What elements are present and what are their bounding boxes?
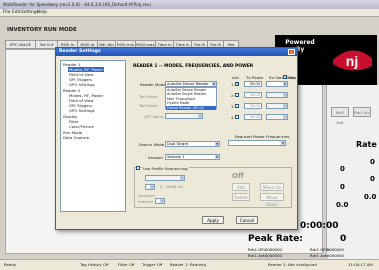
antenna-power-input[interactable]: 30.00 (244, 103, 262, 109)
tree-gpo-settings-1[interactable]: GPO Settings (69, 82, 95, 87)
antenna-power-input[interactable]: 30.00 (244, 114, 262, 120)
ant-label: Rdr1 Ant: (248, 253, 267, 258)
app-titlebar: MultiReader for Speedway (rev1.0.0) - 44… (0, 0, 379, 9)
cancel-button[interactable]: Cancel (236, 216, 258, 224)
apply-button[interactable]: Apply (202, 216, 224, 224)
elapsed-time: 0:00:00 (300, 221, 339, 231)
duration-label: Duration (138, 193, 155, 198)
lbt-select[interactable] (165, 113, 203, 119)
tree-gpo-settings-2[interactable]: GPO Settings (69, 108, 95, 113)
interval-label: Interval (138, 199, 153, 204)
profile-add-button[interactable]: Add (232, 183, 250, 191)
run-mode-title: INVENTORY RUN MODE (7, 27, 77, 33)
profile-delete-button[interactable]: Delete (232, 193, 250, 201)
gpi-value: 0000000 (265, 247, 282, 252)
antenna-num: 2 (231, 93, 234, 98)
status-tag-history: Tag History Off (80, 262, 109, 267)
status-reader: Reader 1: Reading (170, 262, 206, 267)
antenna-sens-select[interactable] (266, 81, 288, 87)
profile-move-down-button[interactable]: Move Down (260, 193, 284, 207)
col-ant-label: Ant. (232, 75, 240, 80)
antenna-enable-checkbox[interactable] (235, 82, 239, 86)
max-label: Max (288, 75, 297, 80)
session-label: Session (148, 155, 163, 160)
peak-rate-value: 0 (340, 234, 347, 244)
rate-value: 0 (370, 175, 375, 183)
profile-select-2[interactable] (145, 184, 155, 190)
antenna-enable-checkbox[interactable] (235, 115, 239, 119)
rate-value: 0 (340, 183, 345, 191)
search-mode-select[interactable]: Dual Target (165, 141, 220, 147)
powered-text: Powered (285, 39, 315, 46)
profile-range-text: 0 - 4096 ms (160, 184, 184, 189)
status-time: 11:00:17 AM (348, 262, 373, 267)
lbt-label: LBT Value (144, 114, 164, 119)
tari-label: Tari/Value (139, 94, 158, 99)
rdr1-antt-button[interactable]: Rdr1 Antt (331, 107, 349, 125)
rate-value: 0 (370, 158, 375, 166)
reader-mode-options[interactable]: AutoSet Dense Reader AutoSet Single Read… (165, 87, 217, 111)
antenna-num: 3 (231, 104, 234, 109)
antenna-power-input[interactable]: 30.00 (244, 92, 262, 98)
tari-label-2: Tari/Value (139, 103, 158, 108)
menu-bar (0, 9, 379, 17)
status-reader2: Reader 2: Not configured (268, 262, 317, 267)
antenna-power-input[interactable]: 30.00 (244, 81, 262, 87)
section-title: READER 1 -- MODES, FREQUENCIES, AND POWE… (133, 64, 254, 69)
col-epc-value[interactable]: EPC VALUE (6, 41, 36, 48)
ant-label-2: Rdr1 Ant: (310, 253, 329, 258)
status-ready: Ready (4, 262, 17, 267)
svg-text:nj: nj (346, 53, 358, 69)
rate-value: 0 (340, 165, 345, 173)
status-filter: Filter Off (118, 262, 135, 267)
rate-value: 0.0 (336, 201, 349, 209)
impinj-logo-icon: nj (330, 40, 375, 80)
rate-value: 0.0 (364, 193, 377, 201)
tree-data-capture[interactable]: Data Capture (63, 135, 89, 140)
antenna-enable-checkbox[interactable] (235, 93, 239, 97)
max-sens-checkbox[interactable] (283, 75, 287, 79)
search-mode-label: Search Mode (139, 142, 165, 147)
rdr1-acc-button[interactable]: Rdr1 Acc (353, 107, 371, 117)
profile-select-1[interactable] (145, 175, 185, 181)
antenna-enable-checkbox[interactable] (235, 104, 239, 108)
reader-mode-option[interactable]: Dense Reader (M=4) (166, 105, 216, 111)
antenna-num: 1 (231, 82, 234, 87)
menu-file[interactable]: File (3, 10, 10, 15)
gpi-label: Rdr1 GPI: (248, 247, 266, 252)
status-trigger: Trigger Off (142, 262, 163, 267)
antenna-sens-select[interactable] (266, 114, 288, 120)
dialog-title: Reader Settings (59, 49, 101, 54)
ant-value-2: 0000000 (327, 253, 344, 258)
session-select[interactable]: Session 1 (165, 154, 220, 160)
reader-mode-label: Reader Mode (140, 82, 166, 87)
antenna-sens-select[interactable] (266, 92, 288, 98)
menu-help[interactable]: Help (37, 10, 47, 15)
antenna-sens-select[interactable] (266, 103, 288, 109)
antenna-num: 4 (231, 115, 234, 120)
dialog-titlebar[interactable]: Reader Settings (56, 48, 297, 56)
interval-select[interactable] (155, 198, 165, 204)
gpo-value: 0000000 (327, 247, 344, 252)
profile-sequencing-label: Use Profile Sequencing (142, 166, 189, 171)
ant-value: 0000000 (265, 253, 282, 258)
profile-sequencing-checkbox[interactable] (136, 166, 140, 170)
col-power-label: Tx Power (246, 75, 264, 80)
rate-title: Rate (356, 140, 377, 149)
profile-off-label: Off (232, 172, 244, 180)
tree-color-picture[interactable]: Color/Picture (69, 124, 94, 129)
app-title: MultiReader for Speedway (rev1.0.0) - 44… (3, 2, 152, 7)
reduced-freq-label: Reduced Power Frequencies (235, 134, 290, 139)
dialog-close-icon[interactable]: ✕ (288, 49, 295, 55)
profile-move-up-button[interactable]: Move Up (260, 183, 284, 191)
reduced-freq-select[interactable] (228, 140, 286, 146)
menu-edit[interactable]: Edit (12, 10, 21, 15)
peak-rate-label: Peak Rate: (248, 234, 303, 244)
